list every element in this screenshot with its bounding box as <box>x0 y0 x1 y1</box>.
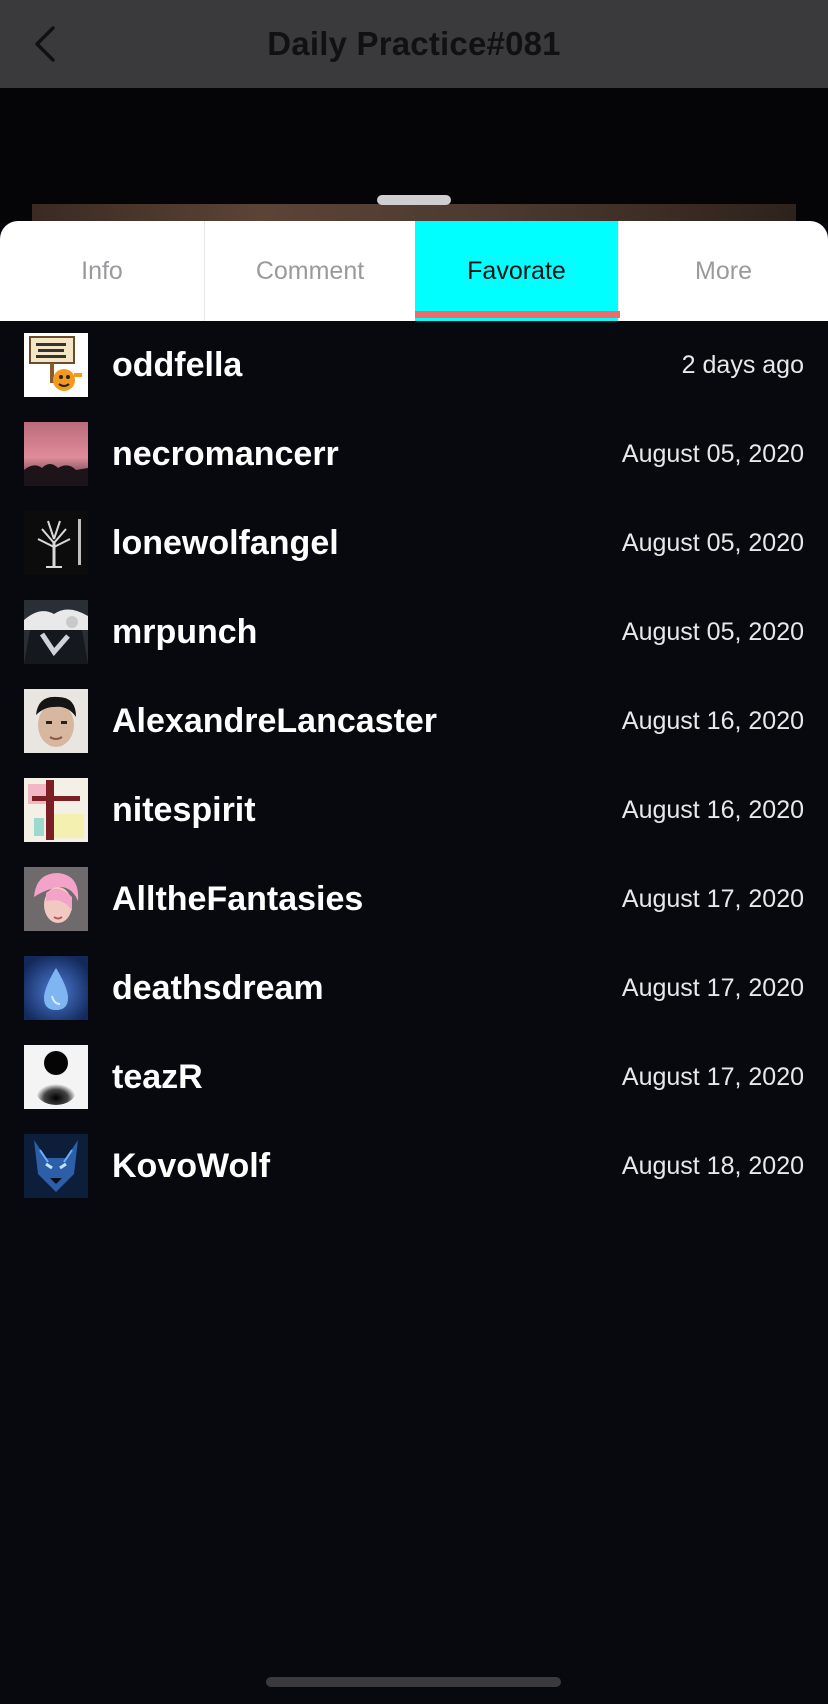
tab-more[interactable]: More <box>619 221 828 321</box>
active-tab-indicator <box>415 311 620 318</box>
list-item[interactable]: nitespirit August 16, 2020 <box>0 766 828 855</box>
username[interactable]: KovoWolf <box>112 1122 270 1211</box>
favorite-date: August 16, 2020 <box>621 796 804 824</box>
favorite-date: August 16, 2020 <box>621 707 804 735</box>
avatar[interactable] <box>24 1045 88 1109</box>
username[interactable]: teazR <box>112 1033 203 1122</box>
tab-favorate[interactable]: Favorate <box>415 221 618 321</box>
username[interactable]: mrpunch <box>112 588 257 677</box>
username[interactable]: AlexandreLancaster <box>112 677 437 766</box>
artwork-image-edge <box>32 204 796 222</box>
tab-bar: Info Comment Favorate More <box>0 221 828 321</box>
top-nav-bar: Daily Practice#081 <box>0 0 828 88</box>
favorite-date: August 05, 2020 <box>621 440 804 468</box>
list-item[interactable]: lonewolfangel August 05, 2020 <box>0 499 828 588</box>
favorite-date: August 05, 2020 <box>621 529 804 557</box>
username[interactable]: lonewolfangel <box>112 499 339 588</box>
avatar[interactable] <box>24 333 88 397</box>
list-item[interactable]: KovoWolf August 18, 2020 <box>0 1122 828 1211</box>
tab-comment[interactable]: Comment <box>205 221 415 321</box>
avatar[interactable] <box>24 422 88 486</box>
list-item[interactable]: deathsdream August 17, 2020 <box>0 944 828 1033</box>
tab-info[interactable]: Info <box>0 221 204 321</box>
back-button[interactable] <box>22 20 70 68</box>
favorite-date: 2 days ago <box>681 351 804 379</box>
avatar[interactable] <box>24 1134 88 1198</box>
list-item[interactable]: AlltheFantasies August 17, 2020 <box>0 855 828 944</box>
favorite-date: August 17, 2020 <box>621 1063 804 1091</box>
username[interactable]: AlltheFantasies <box>112 855 363 944</box>
avatar[interactable] <box>24 511 88 575</box>
avatar[interactable] <box>24 600 88 664</box>
favorite-date: August 18, 2020 <box>621 1152 804 1180</box>
avatar[interactable] <box>24 867 88 931</box>
chevron-left-icon <box>35 26 55 62</box>
list-item[interactable]: AlexandreLancaster August 16, 2020 <box>0 677 828 766</box>
favorite-date: August 05, 2020 <box>621 618 804 646</box>
list-item[interactable]: teazR August 17, 2020 <box>0 1033 828 1122</box>
username[interactable]: nitespirit <box>112 766 256 855</box>
favorites-list: oddfella 2 days ago necromancerr August … <box>0 321 828 1211</box>
list-item[interactable]: mrpunch August 05, 2020 <box>0 588 828 677</box>
list-item[interactable]: necromancerr August 05, 2020 <box>0 410 828 499</box>
avatar[interactable] <box>24 956 88 1020</box>
favorite-date: August 17, 2020 <box>621 885 804 913</box>
page-title: Daily Practice#081 <box>267 25 561 62</box>
home-indicator <box>266 1677 561 1687</box>
favorite-date: August 17, 2020 <box>621 974 804 1002</box>
username[interactable]: necromancerr <box>112 410 339 499</box>
list-item[interactable]: oddfella 2 days ago <box>0 321 828 410</box>
avatar[interactable] <box>24 689 88 753</box>
sheet-drag-handle[interactable] <box>377 195 451 205</box>
username[interactable]: deathsdream <box>112 944 324 1033</box>
username[interactable]: oddfella <box>112 321 242 410</box>
avatar[interactable] <box>24 778 88 842</box>
